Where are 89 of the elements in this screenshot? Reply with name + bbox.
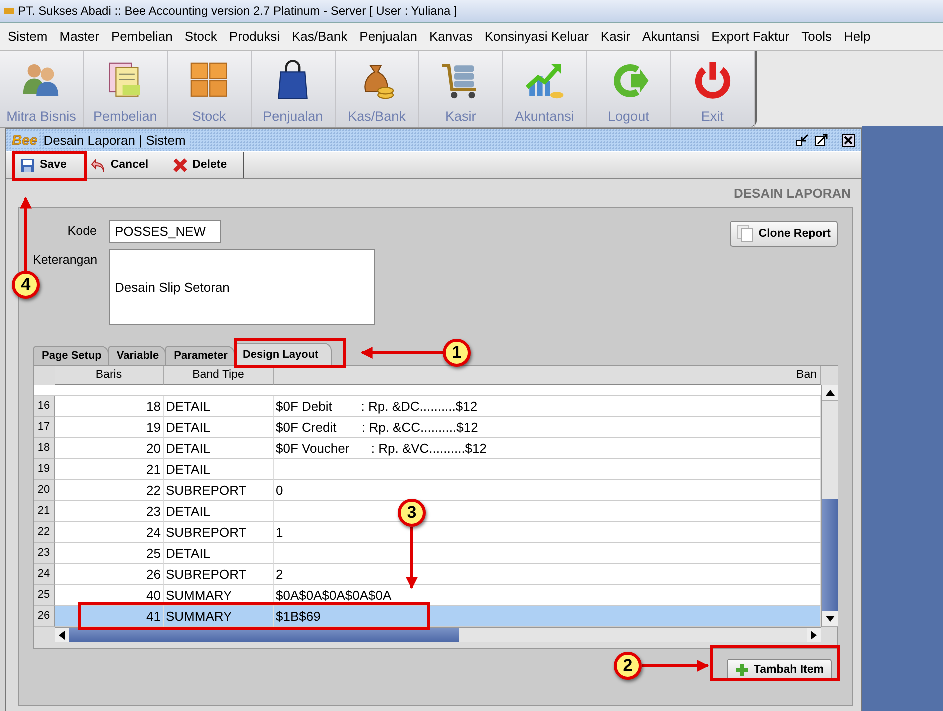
input-field[interactable]: POSSES_NEW — [109, 220, 221, 243]
arrow — [642, 660, 710, 672]
text-area[interactable]: Desain Slip Setoran — [109, 249, 375, 325]
menu-item[interactable]: Sistem — [0, 29, 52, 44]
row-number: 26 — [34, 606, 55, 627]
up-arrow-icon[interactable] — [826, 390, 834, 396]
table-cell: SUBREPORT — [164, 564, 274, 585]
table-cell: 1 — [274, 522, 821, 543]
menu-item[interactable]: Stock — [176, 29, 222, 44]
table-cell: DETAIL — [164, 501, 274, 522]
table-cell: DETAIL — [164, 417, 274, 438]
plus-icon — [734, 663, 749, 677]
menu-item[interactable]: Konsinyasi Keluar — [476, 29, 593, 44]
table-cell: 23 — [55, 501, 164, 522]
table-cell: 25 — [55, 543, 164, 564]
menu-item[interactable]: Produksi — [221, 29, 284, 44]
row-number: 22 — [34, 522, 55, 543]
maximize-icon[interactable] — [815, 134, 828, 146]
menu-item[interactable]: Akuntansi — [634, 29, 704, 44]
add-item-button[interactable]: Tambah Item — [726, 659, 832, 681]
tab[interactable]: Page Setup — [33, 346, 109, 365]
menu-item[interactable]: Kasir — [592, 29, 635, 44]
menu-item[interactable]: Export Faktur — [704, 29, 794, 44]
table-cell: DETAIL — [164, 543, 274, 564]
cross-icon — [172, 158, 188, 172]
table-cell: $0F Credit : Rp. &CC..........$12 — [274, 417, 821, 438]
table-cell: 19 — [55, 417, 164, 438]
tab[interactable]: Variable — [108, 346, 166, 365]
row-number: 20 — [34, 480, 55, 501]
toolbar-button[interactable]: Save — [6, 152, 77, 178]
toolbar-button[interactable]: Delete — [158, 152, 238, 178]
table-cell: $1B$69 — [274, 606, 821, 627]
pages-icon — [736, 225, 755, 243]
window-title: PT. Sukses Abadi :: Bee Accounting version 2.7 Platinum - Server [ User : Yuliana ] — [18, 4, 458, 18]
menu-item[interactable]: Kas/Bank — [284, 29, 352, 44]
field-label: Kode — [66, 223, 97, 238]
vertical-scrollbar[interactable] — [821, 385, 838, 627]
table-cell: DETAIL — [164, 396, 274, 417]
table-cell: SUMMARY — [164, 606, 274, 627]
app-logo: Bee — [12, 132, 38, 148]
row-number: 24 — [34, 564, 55, 585]
table-cell: 21 — [55, 459, 164, 480]
close-icon[interactable] — [842, 134, 855, 146]
table-cell: SUBREPORT — [164, 480, 274, 501]
table-cell: 20 — [55, 438, 164, 459]
row-number: 19 — [34, 459, 55, 480]
horizontal-scrollbar[interactable] — [55, 627, 821, 642]
tab[interactable]: Design Layout — [234, 343, 332, 365]
table-cell: 18 — [55, 396, 164, 417]
row-number: 25 — [34, 585, 55, 606]
clone-report-button[interactable]: Clone Report — [730, 221, 838, 247]
table-cell: $0A$0A$0A$0A$0A — [274, 585, 821, 606]
table-cell: 2 — [274, 564, 821, 585]
row-number: 17 — [34, 417, 55, 438]
right-arrow-icon[interactable] — [811, 630, 817, 640]
row-number: 16 — [34, 396, 55, 417]
minimize-icon[interactable] — [796, 134, 809, 146]
tab[interactable]: Parameter — [165, 346, 235, 365]
column-header: Ban — [274, 366, 821, 385]
table-cell: $0F Debit : Rp. &DC..........$12 — [274, 396, 821, 417]
toolbar-button[interactable]: Cancel — [76, 152, 159, 178]
menu-item[interactable]: Master — [52, 29, 104, 44]
row-number: 23 — [34, 543, 55, 564]
table-cell: DETAIL — [164, 438, 274, 459]
column-header: Band Tipe — [164, 366, 274, 385]
row-number: 21 — [34, 501, 55, 522]
table-cell: SUBREPORT — [164, 522, 274, 543]
app-icon — [4, 8, 14, 14]
column-header: Baris — [55, 366, 164, 385]
menu-item[interactable]: Help — [836, 29, 875, 44]
menu-item[interactable]: Penjualan — [352, 29, 422, 44]
left-arrow-icon[interactable] — [59, 630, 65, 640]
menu-item[interactable]: Pembelian — [103, 29, 177, 44]
table-cell: 0 — [274, 480, 821, 501]
menu-item[interactable]: Kanvas — [421, 29, 477, 44]
table-cell: DETAIL — [164, 459, 274, 480]
table-cell: $0F Voucher : Rp. &VC..........$12 — [274, 438, 821, 459]
down-arrow-icon[interactable] — [826, 616, 834, 622]
table-cell: 24 — [55, 522, 164, 543]
menu-item[interactable]: Tools — [794, 29, 836, 44]
table-cell: 22 — [55, 480, 164, 501]
frame-title: Desain Laporan | Sistem — [44, 132, 190, 148]
page-caption: DESAIN LAPORAN — [732, 185, 852, 203]
table-cell: 26 — [55, 564, 164, 585]
undo-arrow-icon — [90, 158, 106, 172]
row-number: 18 — [34, 438, 55, 459]
field-label: Keterangan — [33, 252, 97, 267]
table-cell: 41 — [55, 606, 164, 627]
arrow — [406, 527, 418, 590]
